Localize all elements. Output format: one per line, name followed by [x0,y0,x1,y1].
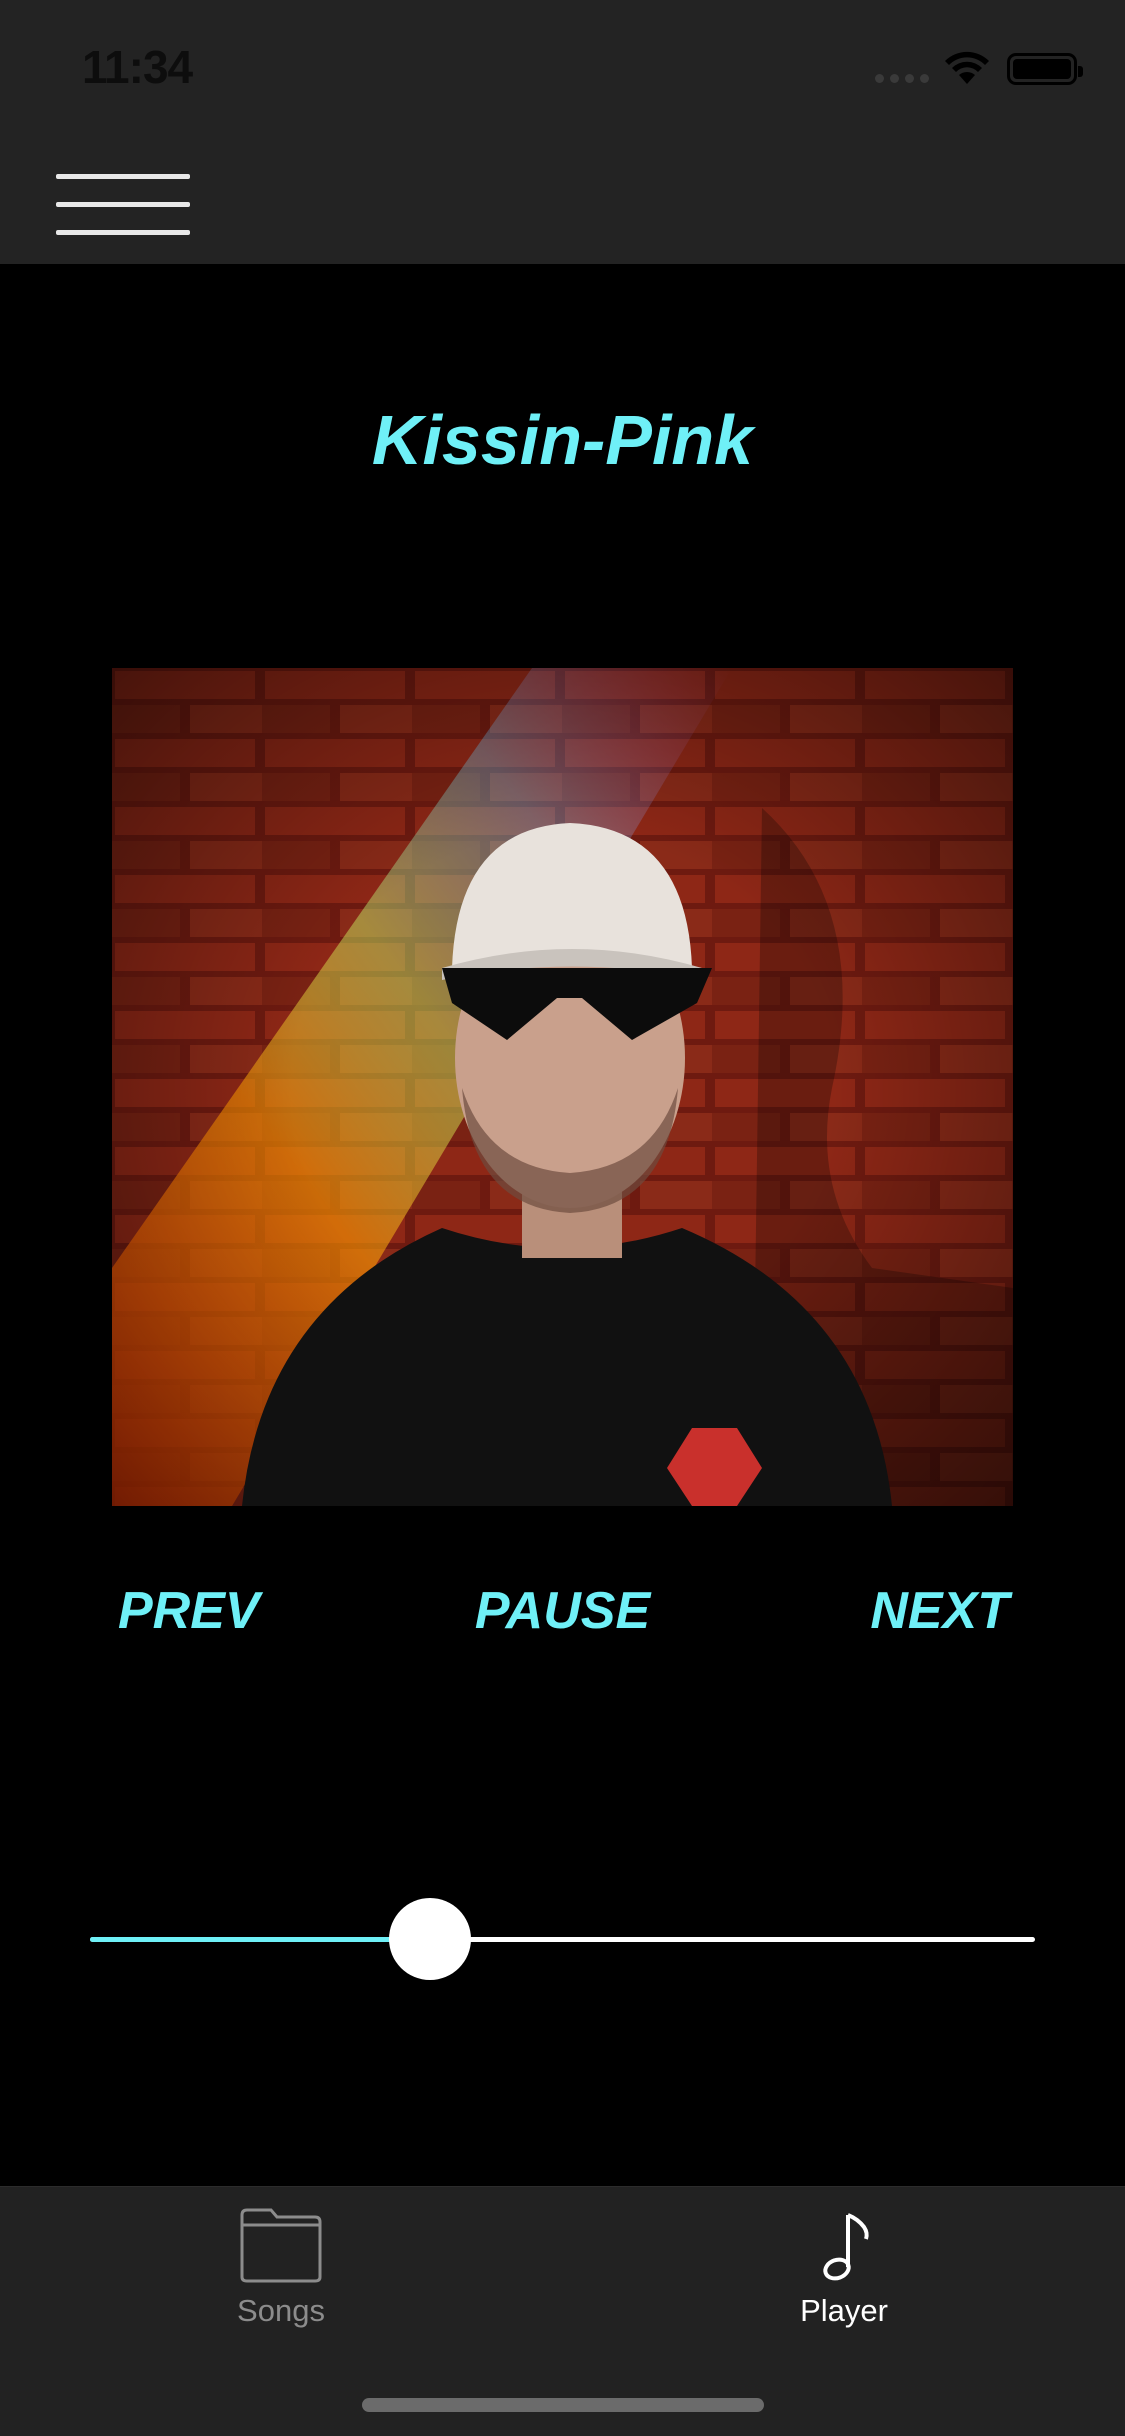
tab-songs-label: Songs [237,2293,325,2328]
status-time: 11:34 [82,41,193,93]
navigation-bar [0,132,1125,264]
slider-thumb[interactable] [389,1898,472,1980]
next-button[interactable]: NEXT [870,1576,1009,1646]
slider-fill [90,1937,431,1942]
status-bar: 11:34 [0,0,1125,132]
tab-player-label: Player [800,2293,888,2328]
progress-slider[interactable] [90,1896,1035,1982]
hamburger-menu-icon[interactable] [56,152,190,244]
battery-icon [1007,53,1083,85]
artist-photo [112,668,1013,1506]
tab-songs[interactable]: Songs [131,2187,431,2337]
tab-player[interactable]: Player [694,2187,994,2337]
folder-icon [240,2208,322,2283]
home-indicator [362,2398,764,2412]
song-title: Kissin-Pink [371,401,754,479]
music-note-icon [823,2213,869,2281]
album-art [112,668,1013,1506]
cellular-signal-icon [875,74,929,84]
wifi-icon [945,51,989,84]
